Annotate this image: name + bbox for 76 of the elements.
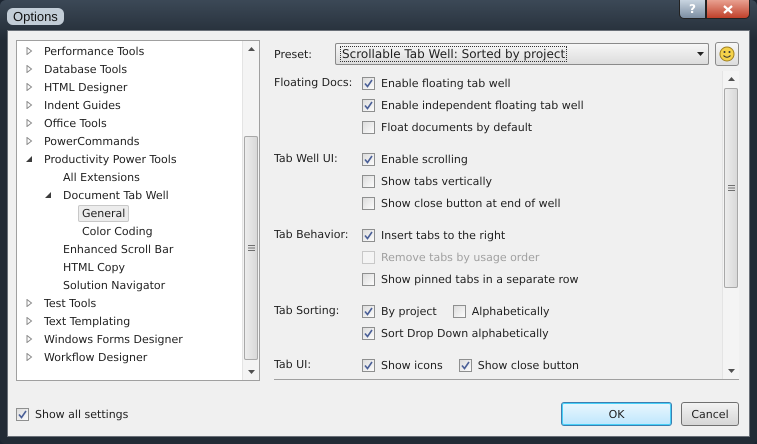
- checkmark-icon: [460, 360, 470, 370]
- tree-item[interactable]: Office Tools: [40, 114, 111, 132]
- checkbox[interactable]: Show icons: [362, 358, 443, 372]
- smiley-button[interactable]: [715, 42, 739, 66]
- checkmark-icon: [364, 360, 373, 370]
- checkbox[interactable]: Show pinned tabs in a separate row: [362, 272, 579, 286]
- group-label: Tab Behavior:: [274, 227, 350, 243]
- scrollbar[interactable]: [242, 41, 259, 380]
- close-button[interactable]: [706, 0, 750, 19]
- tree-item[interactable]: Indent Guides: [40, 96, 125, 114]
- expand-triangle-icon[interactable]: [25, 119, 33, 127]
- tree-item[interactable]: HTML Copy: [59, 258, 130, 276]
- tree-item[interactable]: HTML Designer: [40, 78, 132, 96]
- tree-item[interactable]: PowerCommands: [40, 132, 144, 150]
- tree-item[interactable]: Performance Tools: [40, 42, 148, 60]
- tree-item[interactable]: Text Templating: [40, 312, 134, 330]
- tree-item[interactable]: Enhanced Scroll Bar: [59, 240, 178, 258]
- checkmark-icon: [364, 100, 373, 110]
- tree-item[interactable]: Color Coding: [78, 222, 157, 240]
- checkmark-icon: [364, 328, 373, 338]
- close-icon: [723, 4, 733, 14]
- checkmark-icon: [18, 410, 27, 418]
- scroll-down-icon[interactable]: [728, 369, 734, 373]
- checkbox[interactable]: Show all settings: [16, 408, 128, 420]
- dialog-button[interactable]: Cancel: [681, 402, 739, 426]
- group-label: Floating Docs:: [274, 75, 354, 91]
- expand-triangle-icon[interactable]: [25, 299, 33, 307]
- window-title: Options: [7, 8, 64, 24]
- tree-item[interactable]: Test Tools: [40, 294, 100, 312]
- checkbox[interactable]: Enable scrolling: [362, 152, 468, 166]
- expand-triangle-icon[interactable]: [25, 83, 33, 91]
- tree-item[interactable]: Document Tab Well: [59, 186, 173, 204]
- checkbox[interactable]: Show close button at end of well: [362, 196, 561, 210]
- tree-item[interactable]: Workflow Designer: [40, 348, 152, 366]
- group-label: Tab Sorting:: [274, 303, 340, 319]
- checkbox[interactable]: Alphabetically: [452, 304, 550, 318]
- group-label: Tab Well UI:: [274, 151, 339, 167]
- checkmark-icon: [364, 154, 373, 164]
- checkbox[interactable]: Enable floating tab well: [362, 76, 511, 90]
- scroll-down-icon[interactable]: [248, 370, 254, 374]
- checkbox[interactable]: Insert tabs to the right: [362, 228, 506, 242]
- expand-triangle-icon[interactable]: [25, 47, 33, 55]
- tree-item[interactable]: Windows Forms Designer: [40, 330, 187, 348]
- checkbox[interactable]: By project: [362, 304, 437, 318]
- tree-item[interactable]: Database Tools: [40, 60, 132, 78]
- smiley-icon: [719, 46, 735, 62]
- collapse-triangle-icon[interactable]: [44, 191, 52, 199]
- expand-triangle-icon[interactable]: [25, 335, 33, 343]
- collapse-triangle-icon[interactable]: [25, 155, 33, 163]
- grip-icon: [728, 185, 734, 191]
- checkbox[interactable]: Float documents by default: [362, 120, 532, 134]
- preset-label: Preset:: [274, 48, 314, 60]
- expand-triangle-icon[interactable]: [25, 353, 33, 361]
- expand-triangle-icon[interactable]: [25, 101, 33, 109]
- group-label: Tab UI:: [274, 357, 312, 373]
- tree-item[interactable]: Productivity Power Tools: [40, 150, 181, 168]
- checkmark-icon: [364, 78, 373, 88]
- checkbox[interactable]: Sort Drop Down alphabetically: [362, 326, 549, 340]
- preset-dropdown[interactable]: Scrollable Tab Well: Sorted by project: [335, 43, 709, 65]
- checkmark-icon: [364, 230, 373, 240]
- checkbox[interactable]: Show close button: [458, 358, 580, 372]
- scroll-up-icon[interactable]: [728, 77, 734, 81]
- expand-triangle-icon[interactable]: [25, 317, 33, 325]
- expand-triangle-icon[interactable]: [25, 137, 33, 145]
- checkmark-icon: [364, 306, 373, 316]
- tree-item[interactable]: All Extensions: [59, 168, 144, 186]
- checkbox[interactable]: Enable independent floating tab well: [362, 98, 584, 112]
- grip-icon: [248, 245, 254, 251]
- dialog-button[interactable]: OK: [561, 402, 672, 426]
- tree-item[interactable]: General: [78, 204, 130, 222]
- checkbox[interactable]: Show tabs vertically: [362, 174, 492, 188]
- tree-item[interactable]: Solution Navigator: [59, 276, 170, 294]
- dropdown-arrow-icon: [697, 52, 704, 56]
- expand-triangle-icon[interactable]: [25, 65, 33, 73]
- scroll-up-icon[interactable]: [248, 47, 254, 51]
- scrollbar[interactable]: [722, 71, 739, 379]
